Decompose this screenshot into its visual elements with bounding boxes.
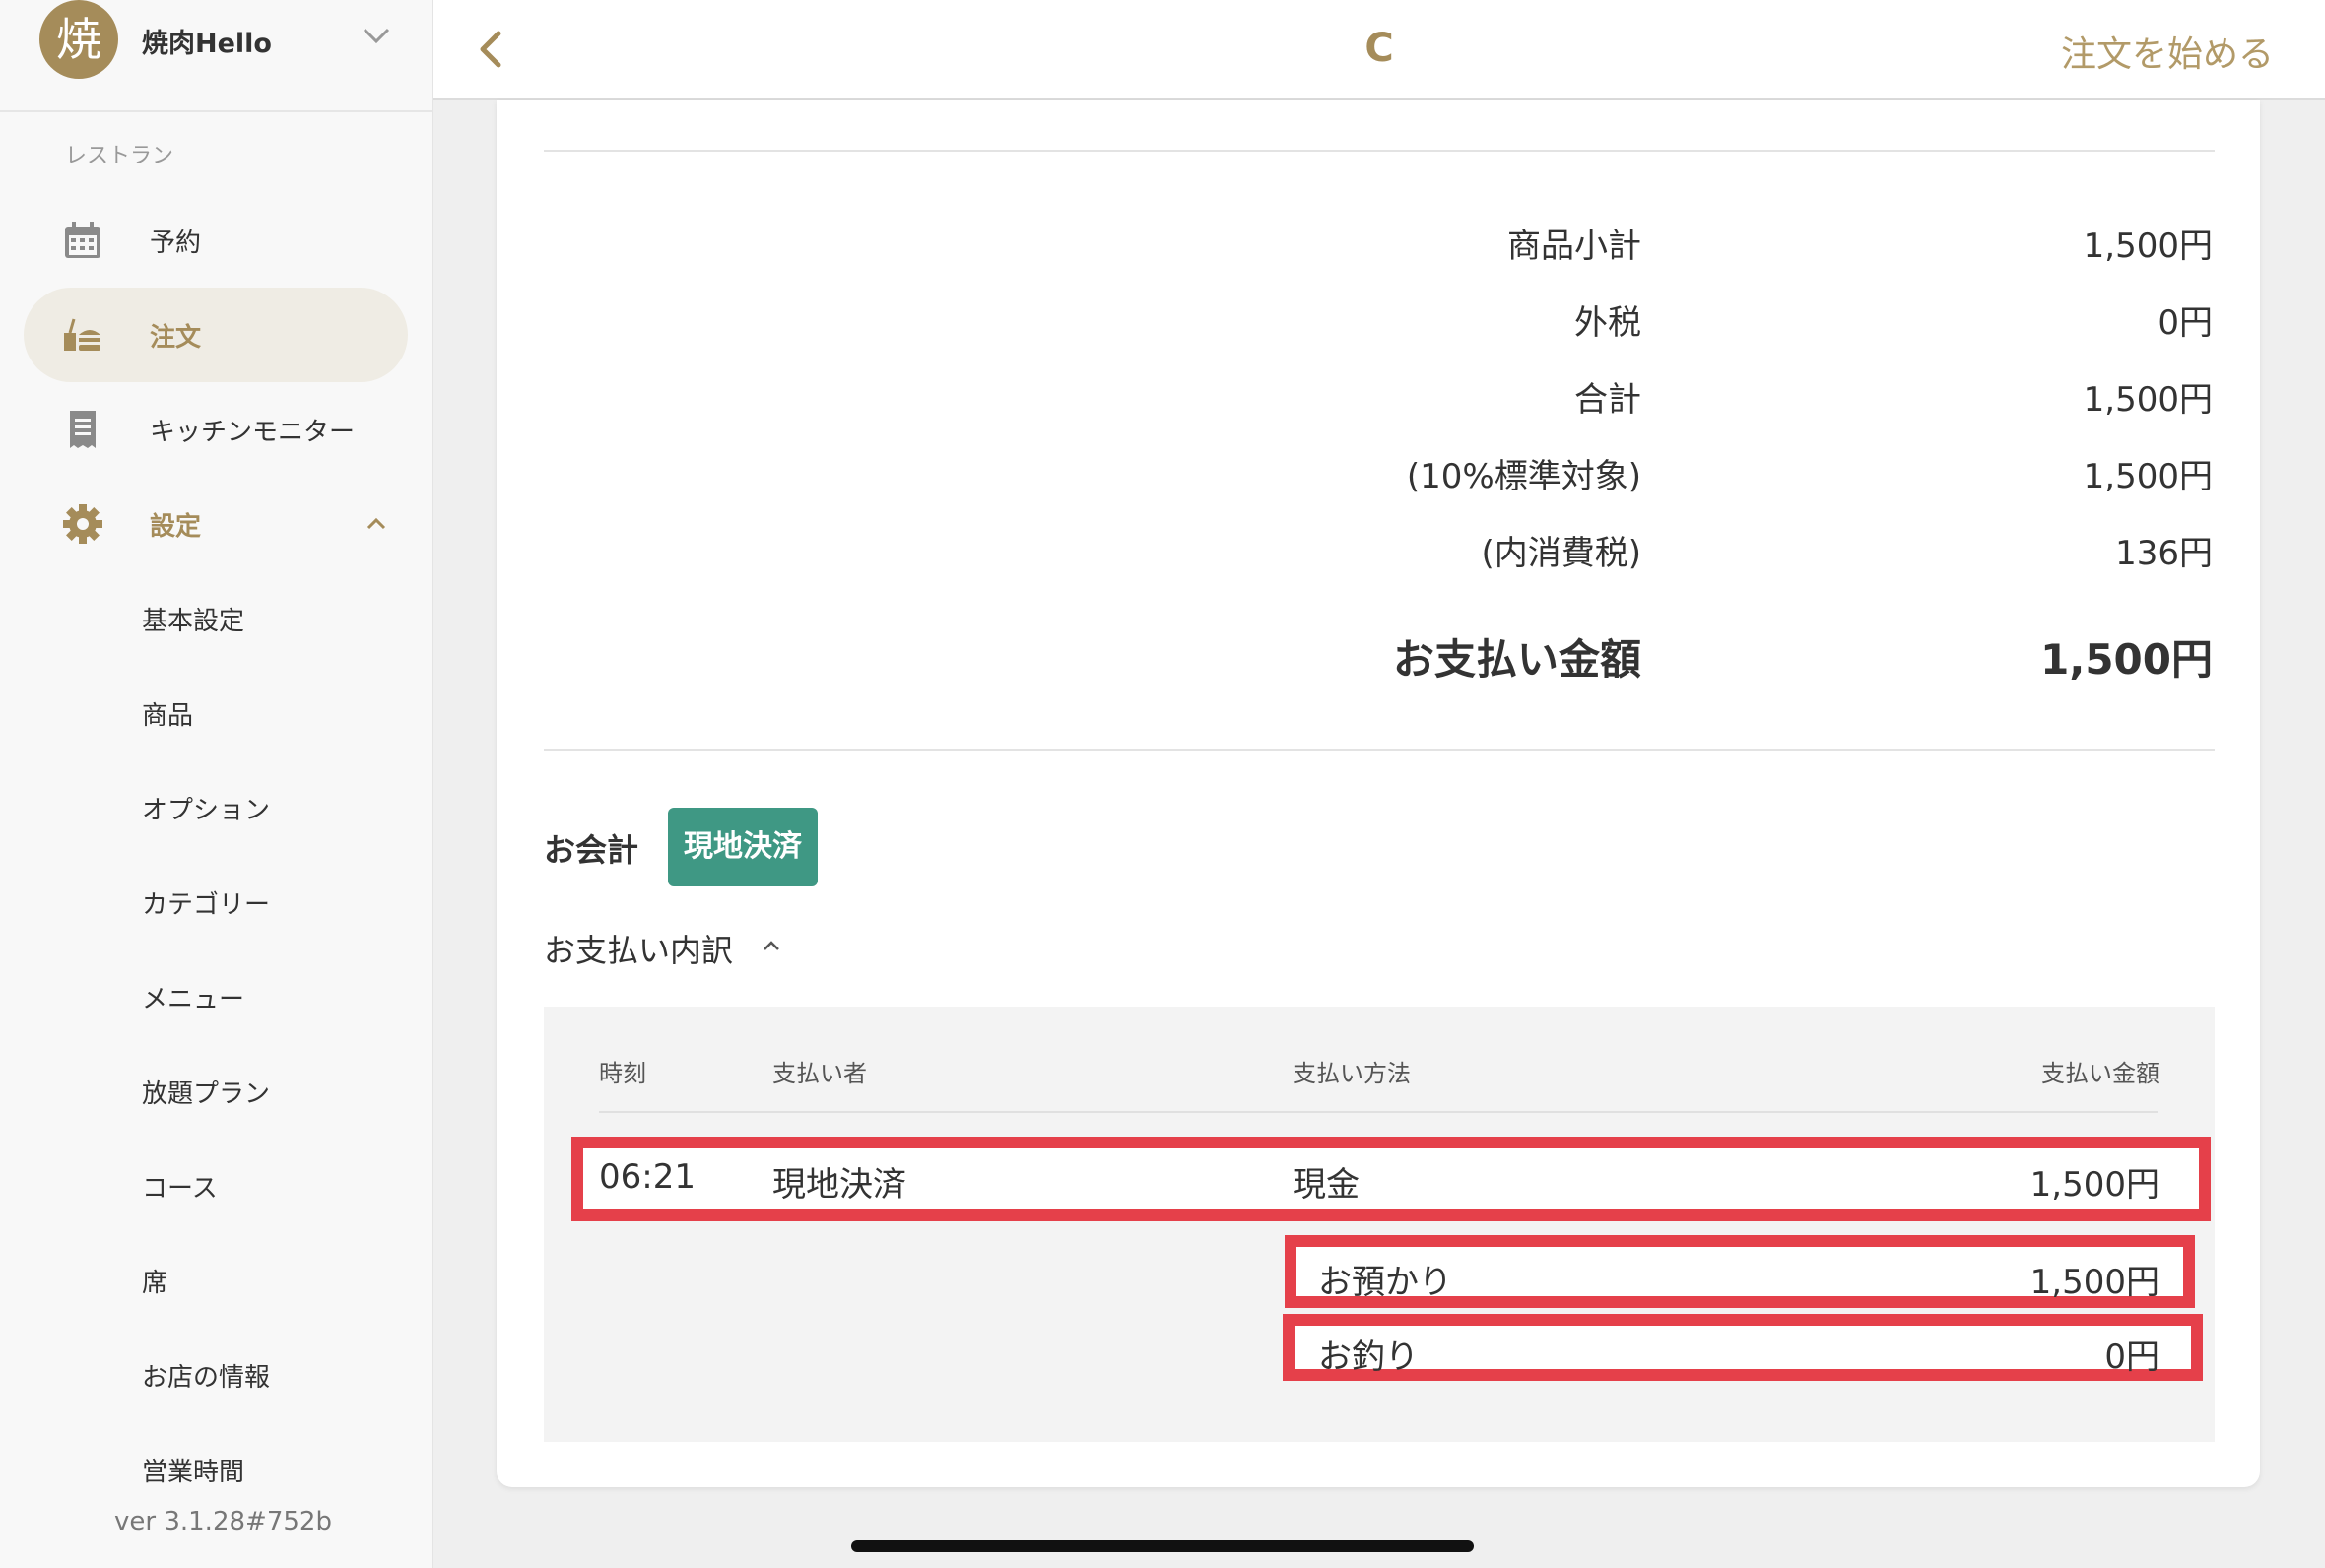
sidebar-subitem-seats[interactable]: 席	[142, 1263, 167, 1299]
restaurant-name: 焼肉Hello	[142, 29, 272, 59]
payment-type-badge: 現地決済	[668, 808, 818, 886]
deposit-value: 1,500円	[2029, 1263, 2159, 1302]
avatar: 焼	[39, 0, 118, 79]
deposit-label: お預かり	[1318, 1263, 1452, 1302]
sidebar-item-label: 設定	[150, 512, 202, 542]
row-payer: 現地決済	[772, 1165, 906, 1205]
chevron-down-icon[interactable]	[359, 18, 394, 53]
sidebar-item-orders[interactable]: 注文	[24, 288, 408, 382]
sidebar-subitem-menu[interactable]: メニュー	[142, 979, 244, 1015]
summary-label-external-tax: 外税	[1574, 303, 1641, 343]
summary-label-included-tax: (内消費税)	[1481, 534, 1641, 573]
payment-amount-value: 1,500円	[2040, 635, 2213, 684]
order-tray-icon	[64, 318, 100, 351]
sidebar-item-reservations[interactable]: 予約	[24, 193, 408, 288]
row-time: 06:21	[599, 1157, 696, 1197]
chevron-up-icon[interactable]	[759, 934, 784, 959]
sidebar-subitem-courses[interactable]: コース	[142, 1168, 218, 1205]
sidebar: 焼 焼肉Hello レストラン 予約 注文 キッチンモニター 設定 基本設定 商…	[0, 0, 433, 1568]
gear-icon	[63, 504, 102, 544]
app-version: ver 3.1.28#752b	[114, 1507, 332, 1536]
home-indicator	[851, 1540, 1474, 1552]
sidebar-subitem-products[interactable]: 商品	[142, 695, 193, 732]
sidebar-item-label: キッチンモニター	[150, 418, 356, 447]
summary-value-external-tax: 0円	[2158, 303, 2213, 343]
summary-value-included-tax: 136円	[2115, 534, 2213, 573]
divider	[544, 150, 2215, 152]
summary-value-subtotal: 1,500円	[2083, 227, 2213, 266]
chevron-up-icon[interactable]	[361, 508, 392, 540]
highlight-change	[1283, 1314, 2203, 1381]
accounting-label: お会計	[544, 831, 639, 869]
change-value: 0円	[2104, 1338, 2159, 1377]
sidebar-subitem-business-hours[interactable]: 営業時間	[142, 1452, 244, 1488]
summary-value-total: 1,500円	[2083, 380, 2213, 420]
payment-amount-label: お支払い金額	[1392, 635, 1641, 684]
sidebar-subitem-all-you-can-plan[interactable]: 放題プラン	[142, 1074, 270, 1110]
restaurant-switcher[interactable]: 焼 焼肉Hello	[0, 0, 432, 112]
column-header-time: 時刻	[599, 1060, 646, 1087]
payment-breakdown-table: 時刻 支払い者 支払い方法 支払い金額 06:21 現地決済 現金 1,500円…	[544, 1007, 2215, 1442]
divider	[544, 749, 2215, 751]
row-method: 現金	[1293, 1165, 1360, 1205]
receipt-icon	[70, 411, 96, 448]
sidebar-subitem-categories[interactable]: カテゴリー	[142, 884, 270, 921]
top-bar: C 注文を始める	[433, 0, 2325, 100]
sidebar-item-kitchen-monitor[interactable]: キッチンモニター	[24, 382, 408, 477]
column-header-method: 支払い方法	[1293, 1060, 1411, 1087]
sidebar-subitem-basic-settings[interactable]: 基本設定	[142, 601, 244, 637]
summary-label-standard-rate: (10%標準対象)	[1406, 457, 1641, 496]
column-header-payer: 支払い者	[772, 1060, 867, 1087]
payment-breakdown-toggle[interactable]: お支払い内訳	[544, 926, 733, 971]
calendar-icon	[65, 222, 100, 258]
header-divider	[599, 1111, 2158, 1113]
order-detail-card: 商品小計 1,500円 外税 0円 合計 1,500円 (10%標準対象) 1,…	[497, 100, 2260, 1487]
page-title: C	[1364, 26, 1394, 71]
change-label: お釣り	[1318, 1338, 1419, 1377]
sidebar-item-settings[interactable]: 設定	[24, 477, 408, 571]
sidebar-item-label: 注文	[150, 323, 202, 353]
start-order-button[interactable]: 注文を始める	[2061, 26, 2274, 77]
section-label-restaurant: レストラン	[65, 144, 174, 168]
column-header-amount: 支払い金額	[2041, 1060, 2159, 1087]
sidebar-subitem-options[interactable]: オプション	[142, 790, 270, 826]
summary-value-standard-rate: 1,500円	[2083, 457, 2213, 496]
summary-label-subtotal: 商品小計	[1507, 227, 1641, 266]
summary-label-total: 合計	[1574, 380, 1641, 420]
sidebar-subitem-store-info[interactable]: お店の情報	[142, 1357, 270, 1394]
row-amount: 1,500円	[2029, 1165, 2159, 1205]
sidebar-item-label: 予約	[150, 229, 202, 258]
